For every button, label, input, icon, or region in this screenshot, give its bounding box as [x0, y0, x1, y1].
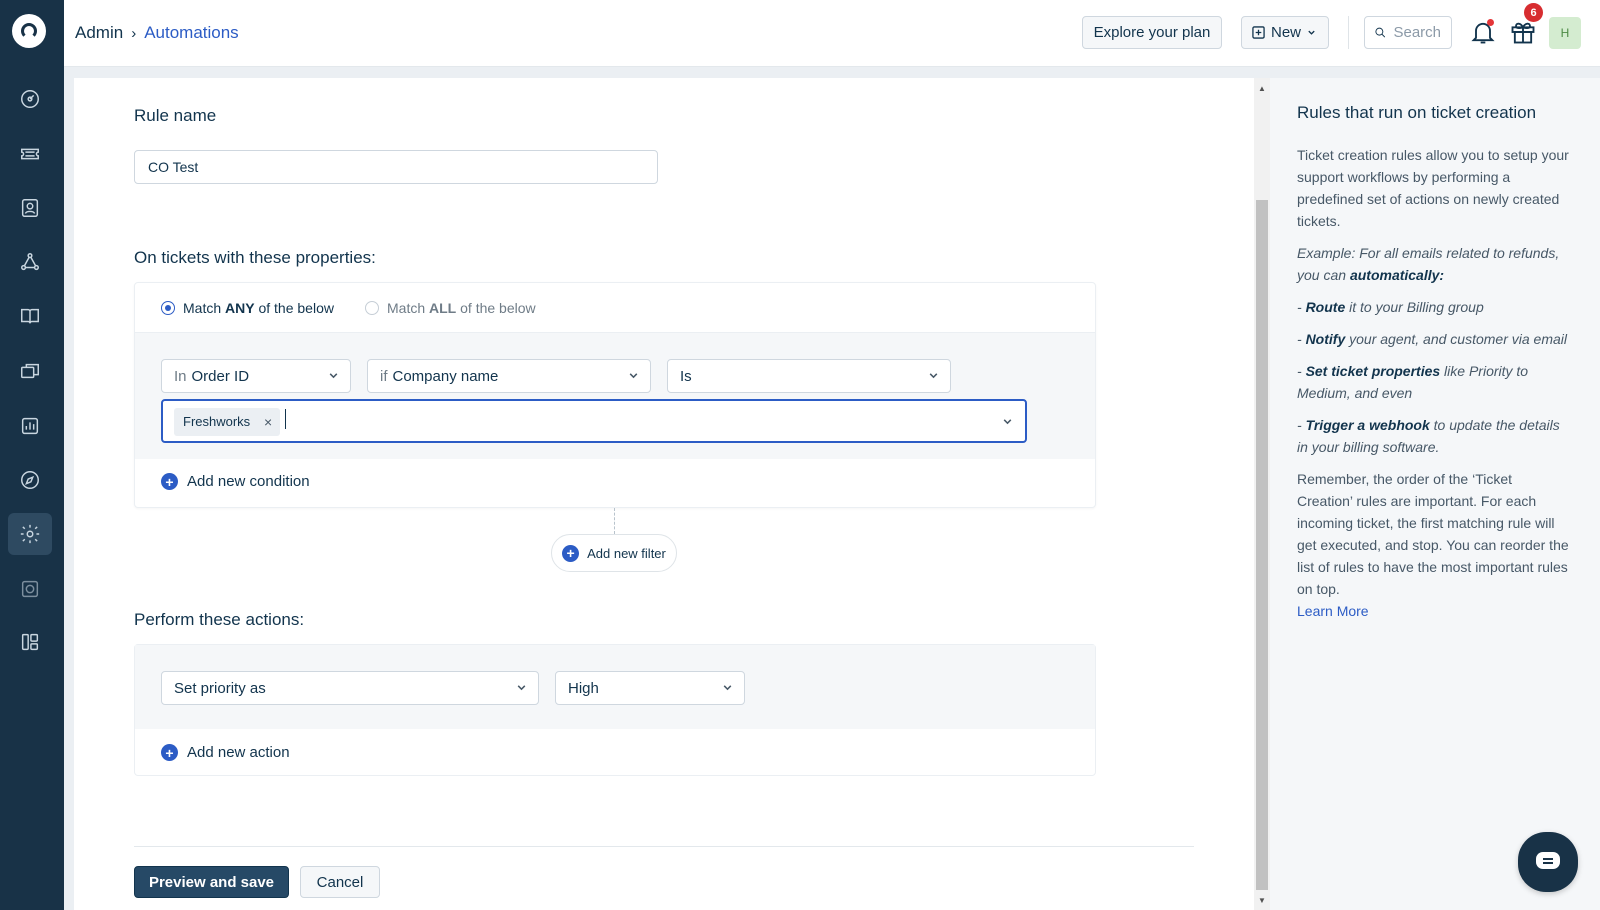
plus-circle-icon: +: [161, 473, 178, 490]
condition-subfield-prefix: if: [380, 367, 388, 385]
search-placeholder: Search: [1393, 24, 1441, 41]
new-button-label: New: [1271, 24, 1302, 41]
plus-circle-icon: +: [562, 544, 580, 562]
add-condition-button[interactable]: + Add new condition: [161, 473, 310, 490]
remove-tag-icon[interactable]: ×: [264, 408, 272, 436]
chat-widget-button[interactable]: [1518, 832, 1578, 892]
breadcrumb-automations[interactable]: Automations: [144, 23, 239, 43]
value-tag-label: Freshworks: [183, 414, 251, 429]
new-button[interactable]: New: [1241, 16, 1329, 49]
gift-icon[interactable]: [1509, 18, 1537, 46]
chevron-down-icon[interactable]: [1002, 416, 1013, 427]
action-type-value: Set priority as: [174, 679, 266, 697]
add-filter-button[interactable]: + Add new filter: [551, 534, 677, 572]
action-value: High: [568, 679, 599, 697]
add-action-label: Add new action: [187, 744, 290, 761]
logo-icon[interactable]: [12, 14, 46, 48]
header-divider: [1348, 16, 1349, 49]
condition-field-select[interactable]: In Order ID: [161, 359, 351, 393]
help-bullet: - Route it to your Billing group: [1297, 299, 1484, 315]
actions-heading: Perform these actions:: [134, 610, 305, 629]
learn-more-link[interactable]: Learn More: [1297, 603, 1369, 619]
explore-plan-button[interactable]: Explore your plan: [1082, 16, 1222, 49]
text-caret: [285, 409, 286, 429]
add-condition-label: Add new condition: [187, 473, 310, 490]
rule-name-input[interactable]: CO Test: [134, 150, 658, 184]
top-header: Admin › Automations Explore your plan Ne…: [64, 0, 1600, 67]
action-row: Set priority as High: [135, 645, 1095, 729]
left-nav: [0, 0, 64, 910]
solutions-icon[interactable]: [8, 295, 52, 337]
scroll-down-icon[interactable]: ▼: [1257, 896, 1267, 906]
marketplace-icon[interactable]: [8, 568, 52, 610]
chevron-down-icon: [1308, 30, 1315, 35]
help-remember: Remember, the order of the ‘Ticket Creat…: [1297, 471, 1569, 597]
condition-operator-select[interactable]: Is: [667, 359, 951, 393]
forums-icon[interactable]: [8, 350, 52, 392]
chevron-down-icon: [629, 373, 638, 379]
actions-box: Set priority as High + Add new action: [134, 644, 1096, 776]
condition-field-prefix: In: [174, 367, 187, 385]
filter-connector: [614, 508, 615, 534]
action-value-select[interactable]: High: [555, 671, 745, 705]
apps-icon[interactable]: [8, 621, 52, 663]
match-all-label: Match ALL of the below: [387, 300, 536, 316]
search-button[interactable]: Search: [1364, 16, 1452, 49]
match-type-row: Match ANY of the below Match ALL of the …: [135, 283, 1095, 333]
match-any-radio[interactable]: Match ANY of the below: [161, 300, 334, 316]
condition-operator-value: Is: [680, 367, 692, 385]
tickets-icon[interactable]: [8, 133, 52, 175]
rule-name-label: Rule name: [134, 106, 217, 125]
contacts-icon[interactable]: [8, 187, 52, 229]
action-type-select[interactable]: Set priority as: [161, 671, 539, 705]
reports-icon[interactable]: [8, 405, 52, 447]
condition-row: In Order ID if Company name Is Freshwork…: [135, 333, 1095, 459]
add-action-button[interactable]: + Add new action: [161, 744, 290, 761]
chevron-down-icon: [723, 685, 732, 691]
scrollbar-thumb[interactable]: [1256, 200, 1268, 890]
automation-form: Rule name CO Test On tickets with these …: [74, 78, 1254, 910]
condition-subfield-select[interactable]: if Company name: [367, 359, 651, 393]
condition-subfield-value: Company name: [392, 367, 499, 385]
chevron-down-icon: [329, 373, 338, 379]
dashboard-icon[interactable]: [8, 78, 52, 120]
search-icon: [1375, 27, 1386, 38]
chevron-down-icon: [517, 685, 526, 691]
scroll-up-icon[interactable]: ▲: [1257, 84, 1267, 94]
condition-value-multiselect[interactable]: Freshworks ×: [161, 399, 1027, 443]
help-title: Rules that run on ticket creation: [1297, 103, 1537, 122]
radio-unselected-icon: [365, 301, 379, 315]
match-all-radio[interactable]: Match ALL of the below: [365, 300, 536, 316]
breadcrumb-admin[interactable]: Admin: [75, 23, 123, 43]
condition-field-value: Order ID: [191, 367, 250, 385]
preview-save-button[interactable]: Preview and save: [134, 866, 289, 898]
avatar[interactable]: H: [1549, 17, 1581, 49]
help-intro: Ticket creation rules allow you to setup…: [1297, 147, 1569, 229]
gift-badge: 6: [1524, 3, 1543, 22]
add-filter-label: Add new filter: [587, 545, 666, 561]
cancel-button[interactable]: Cancel: [300, 866, 380, 898]
help-panel: Rules that run on ticket creation Ticket…: [1270, 78, 1600, 910]
footer-divider: [134, 846, 1194, 847]
groups-icon[interactable]: [8, 241, 52, 283]
help-bullet: - Notify your agent, and customer via em…: [1297, 331, 1568, 347]
radio-selected-icon: [161, 301, 175, 315]
help-bullet: - Trigger a webhook to update the detail…: [1297, 417, 1560, 455]
explore-icon[interactable]: [8, 459, 52, 501]
notification-dot: [1487, 19, 1494, 26]
help-body: Ticket creation rules allow you to setup…: [1297, 144, 1569, 622]
breadcrumb: Admin › Automations: [75, 23, 239, 43]
plus-circle-icon: +: [161, 744, 178, 761]
conditions-heading: On tickets with these properties:: [134, 248, 376, 267]
help-bullet: - Set ticket properties like Priority to…: [1297, 363, 1529, 401]
chevron-down-icon: [929, 373, 938, 379]
chat-icon: [1536, 852, 1560, 869]
breadcrumb-chevron-icon: ›: [131, 24, 137, 42]
match-any-label: Match ANY of the below: [183, 300, 334, 316]
value-tag: Freshworks ×: [174, 408, 281, 436]
conditions-box: Match ANY of the below Match ALL of the …: [134, 282, 1096, 508]
plus-square-icon: [1252, 26, 1265, 39]
help-example: Example: For all emails related to refun…: [1297, 245, 1560, 283]
admin-gear-icon[interactable]: [8, 513, 52, 555]
